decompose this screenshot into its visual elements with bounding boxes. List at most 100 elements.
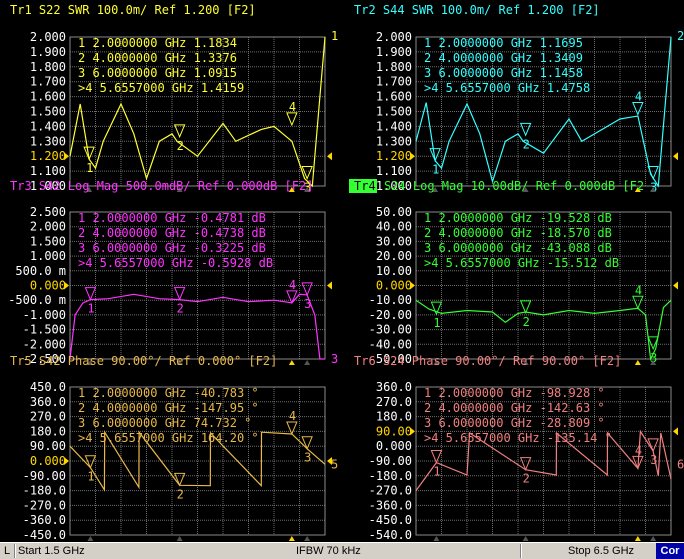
marker-label-4: 4	[635, 89, 642, 103]
marker-axis-pointer	[288, 360, 295, 365]
marker-label-4: 4	[635, 283, 642, 297]
marker-readout-3[interactable]: 3 6.0000000 GHz 74.732 °	[78, 416, 251, 430]
trace-header-tr3[interactable]: Tr3 S42 Log Mag 500.0mdB/ Ref 0.000dB [F…	[10, 179, 313, 193]
y-tick-label: 50.00	[376, 205, 412, 219]
marker-readout-1[interactable]: 1 2.0000000 GHz 1.1695	[424, 36, 583, 50]
marker-label-1: 1	[432, 163, 439, 177]
y-tick-label: -2.000	[23, 337, 66, 351]
marker-triangle-2[interactable]	[173, 472, 186, 487]
y-tick-label: -270.0	[369, 484, 412, 498]
ref-pointer-right	[327, 152, 332, 161]
marker-readout-3[interactable]: 3 6.0000000 GHz -43.088 dB	[424, 241, 612, 255]
y-tick-label: 270.0	[30, 410, 66, 424]
marker-readout-3[interactable]: 3 6.0000000 GHz -28.809 °	[424, 416, 605, 430]
y-tick-label: 180.0	[30, 424, 66, 438]
y-tick-label: -1.000	[23, 308, 66, 322]
panel-tr4: Tr4 S24 Log Mag 10.00dB/ Ref 0.000dB [F2 5…	[349, 179, 678, 366]
ifbw-setting[interactable]: IFBW 70 kHz	[296, 545, 361, 557]
y-tick-label: -30.00	[369, 323, 412, 337]
ref-pointer-right	[327, 281, 332, 290]
marker-triangle-2[interactable]	[173, 286, 186, 301]
y-tick-label: 40.00	[376, 220, 412, 234]
y-tick-label: -450.0	[23, 528, 66, 542]
marker-triangle-4[interactable]	[632, 101, 644, 116]
y-tick-label: 1.000	[30, 249, 66, 263]
y-tick-label: 1.100	[376, 164, 412, 178]
marker-triangle-2[interactable]	[519, 122, 532, 137]
trace-header-tr2[interactable]: Tr2 S44 SWR 100.0m/ Ref 1.200 [F2]	[354, 3, 600, 17]
marker-triangle-4[interactable]	[632, 295, 644, 310]
marker-triangle-4[interactable]	[286, 421, 298, 436]
marker-readout-1[interactable]: 1 2.0000000 GHz -19.528 dB	[424, 211, 612, 225]
y-tick-label: -20.00	[369, 308, 412, 322]
trace-header-tr6[interactable]: Tr6 S24 Phase 90.00°/ Ref 90.00° [F2]	[354, 354, 621, 368]
marker-readout-1[interactable]: 1 2.0000000 GHz -40.783 °	[78, 386, 259, 400]
marker-readout-2[interactable]: 2 4.0000000 GHz 1.3409	[424, 51, 583, 65]
marker-readout-2[interactable]: 2 4.0000000 GHz -18.570 dB	[424, 226, 612, 240]
y-tick-label: 1.200	[30, 149, 66, 163]
trace-header-tr4[interactable]: Tr4	[354, 179, 376, 193]
marker-readout-4[interactable]: >4 5.6557000 GHz 1.4159	[78, 81, 244, 95]
y-tick-label: -360.0	[23, 513, 66, 527]
marker-readout-1[interactable]: 1 2.0000000 GHz -0.4781 dB	[78, 211, 266, 225]
marker-triangle-2[interactable]	[519, 300, 532, 315]
marker-triangle-4[interactable]	[286, 112, 298, 127]
y-tick-label: -360.0	[369, 498, 412, 512]
marker-triangle-3[interactable]	[301, 436, 313, 451]
marker-readout-4[interactable]: >4 5.6557000 GHz -0.5928 dB	[78, 256, 273, 270]
trace-end-label: 6	[677, 457, 684, 471]
y-tick-label: 0.000	[30, 279, 66, 293]
marker-readout-3[interactable]: 3 6.0000000 GHz -0.3225 dB	[78, 241, 266, 255]
marker-label-3: 3	[304, 451, 311, 465]
y-tick-label: -450.0	[369, 513, 412, 527]
marker-axis-pointer	[650, 536, 657, 541]
marker-triangle-1[interactable]	[84, 287, 97, 301]
analyzer-screen: Tr1 S22 SWR 100.0m/ Ref 1.200 [F2] 2.000 1…	[0, 0, 684, 559]
y-tick-label: 1.300	[30, 134, 66, 148]
marker-readout-3[interactable]: 3 6.0000000 GHz 1.0915	[78, 66, 237, 80]
y-tick-label: 1.900	[376, 45, 412, 59]
trace-end-label: 2	[677, 29, 684, 43]
marker-readout-3[interactable]: 3 6.0000000 GHz 1.1458	[424, 66, 583, 80]
marker-readout-2[interactable]: 2 4.0000000 GHz 1.3376	[78, 51, 237, 65]
stop-frequency[interactable]: Stop 6.5 GHz	[568, 545, 634, 557]
y-tick-label: 1.100	[30, 164, 66, 178]
marker-triangle-4[interactable]	[286, 290, 298, 305]
marker-label-2: 2	[523, 315, 530, 329]
correction-badge[interactable]: Cor	[656, 543, 684, 559]
marker-readout-1[interactable]: 1 2.0000000 GHz 1.1834	[78, 36, 237, 50]
y-tick-label: -180.0	[23, 484, 66, 498]
marker-triangle-1[interactable]	[84, 455, 97, 470]
marker-readout-4[interactable]: >4 5.6557000 GHz -15.512 dB	[424, 256, 619, 270]
ref-pointer-left	[410, 152, 415, 161]
y-tick-label: 1.800	[30, 60, 66, 74]
y-tick-label: 360.0	[30, 395, 66, 409]
trace-end-label: 1	[331, 29, 338, 43]
marker-readout-2[interactable]: 2 4.0000000 GHz -142.63 °	[424, 401, 605, 415]
ref-pointer-right	[673, 281, 678, 290]
y-tick-label: -180.0	[369, 469, 412, 483]
marker-readout-4[interactable]: >4 5.6557000 GHz -135.14 °	[424, 431, 612, 445]
y-tick-label: 1.900	[30, 45, 66, 59]
y-tick-label: -10.00	[369, 293, 412, 307]
marker-label-4: 4	[289, 409, 296, 423]
trace-header-rest: S24 Log Mag 10.00dB/ Ref 0.000dB [F2	[384, 179, 644, 193]
panel-tr3: Tr3 S42 Log Mag 500.0mdB/ Ref 0.000dB [F…	[8, 179, 338, 366]
trace-header-tr1[interactable]: Tr1 S22 SWR 100.0m/ Ref 1.200 [F2]	[10, 3, 256, 17]
y-tick-label: -90.00	[23, 469, 66, 483]
trace-header-tr5[interactable]: Tr5 S42 Phase 90.00°/ Ref 0.000° [F2]	[10, 354, 277, 368]
ref-pointer-left	[64, 281, 69, 290]
y-tick-label: 180.0	[376, 410, 412, 424]
marker-readout-4[interactable]: >4 5.6557000 GHz 1.4758	[424, 81, 590, 95]
marker-readout-2[interactable]: 2 4.0000000 GHz -147.95 °	[78, 401, 259, 415]
marker-readout-1[interactable]: 1 2.0000000 GHz -98.928 °	[424, 386, 605, 400]
panel-tr5: Tr5 S42 Phase 90.00°/ Ref 0.000° [F2]450…	[10, 354, 338, 542]
marker-label-2: 2	[523, 137, 530, 151]
marker-label-4: 4	[289, 278, 296, 292]
start-frequency[interactable]: Start 1.5 GHz	[18, 545, 85, 557]
marker-label-3: 3	[650, 453, 657, 467]
y-tick-label: 270.0	[376, 395, 412, 409]
marker-label-4: 4	[289, 100, 296, 114]
marker-triangle-3[interactable]	[301, 282, 313, 297]
marker-readout-2[interactable]: 2 4.0000000 GHz -0.4738 dB	[78, 226, 266, 240]
